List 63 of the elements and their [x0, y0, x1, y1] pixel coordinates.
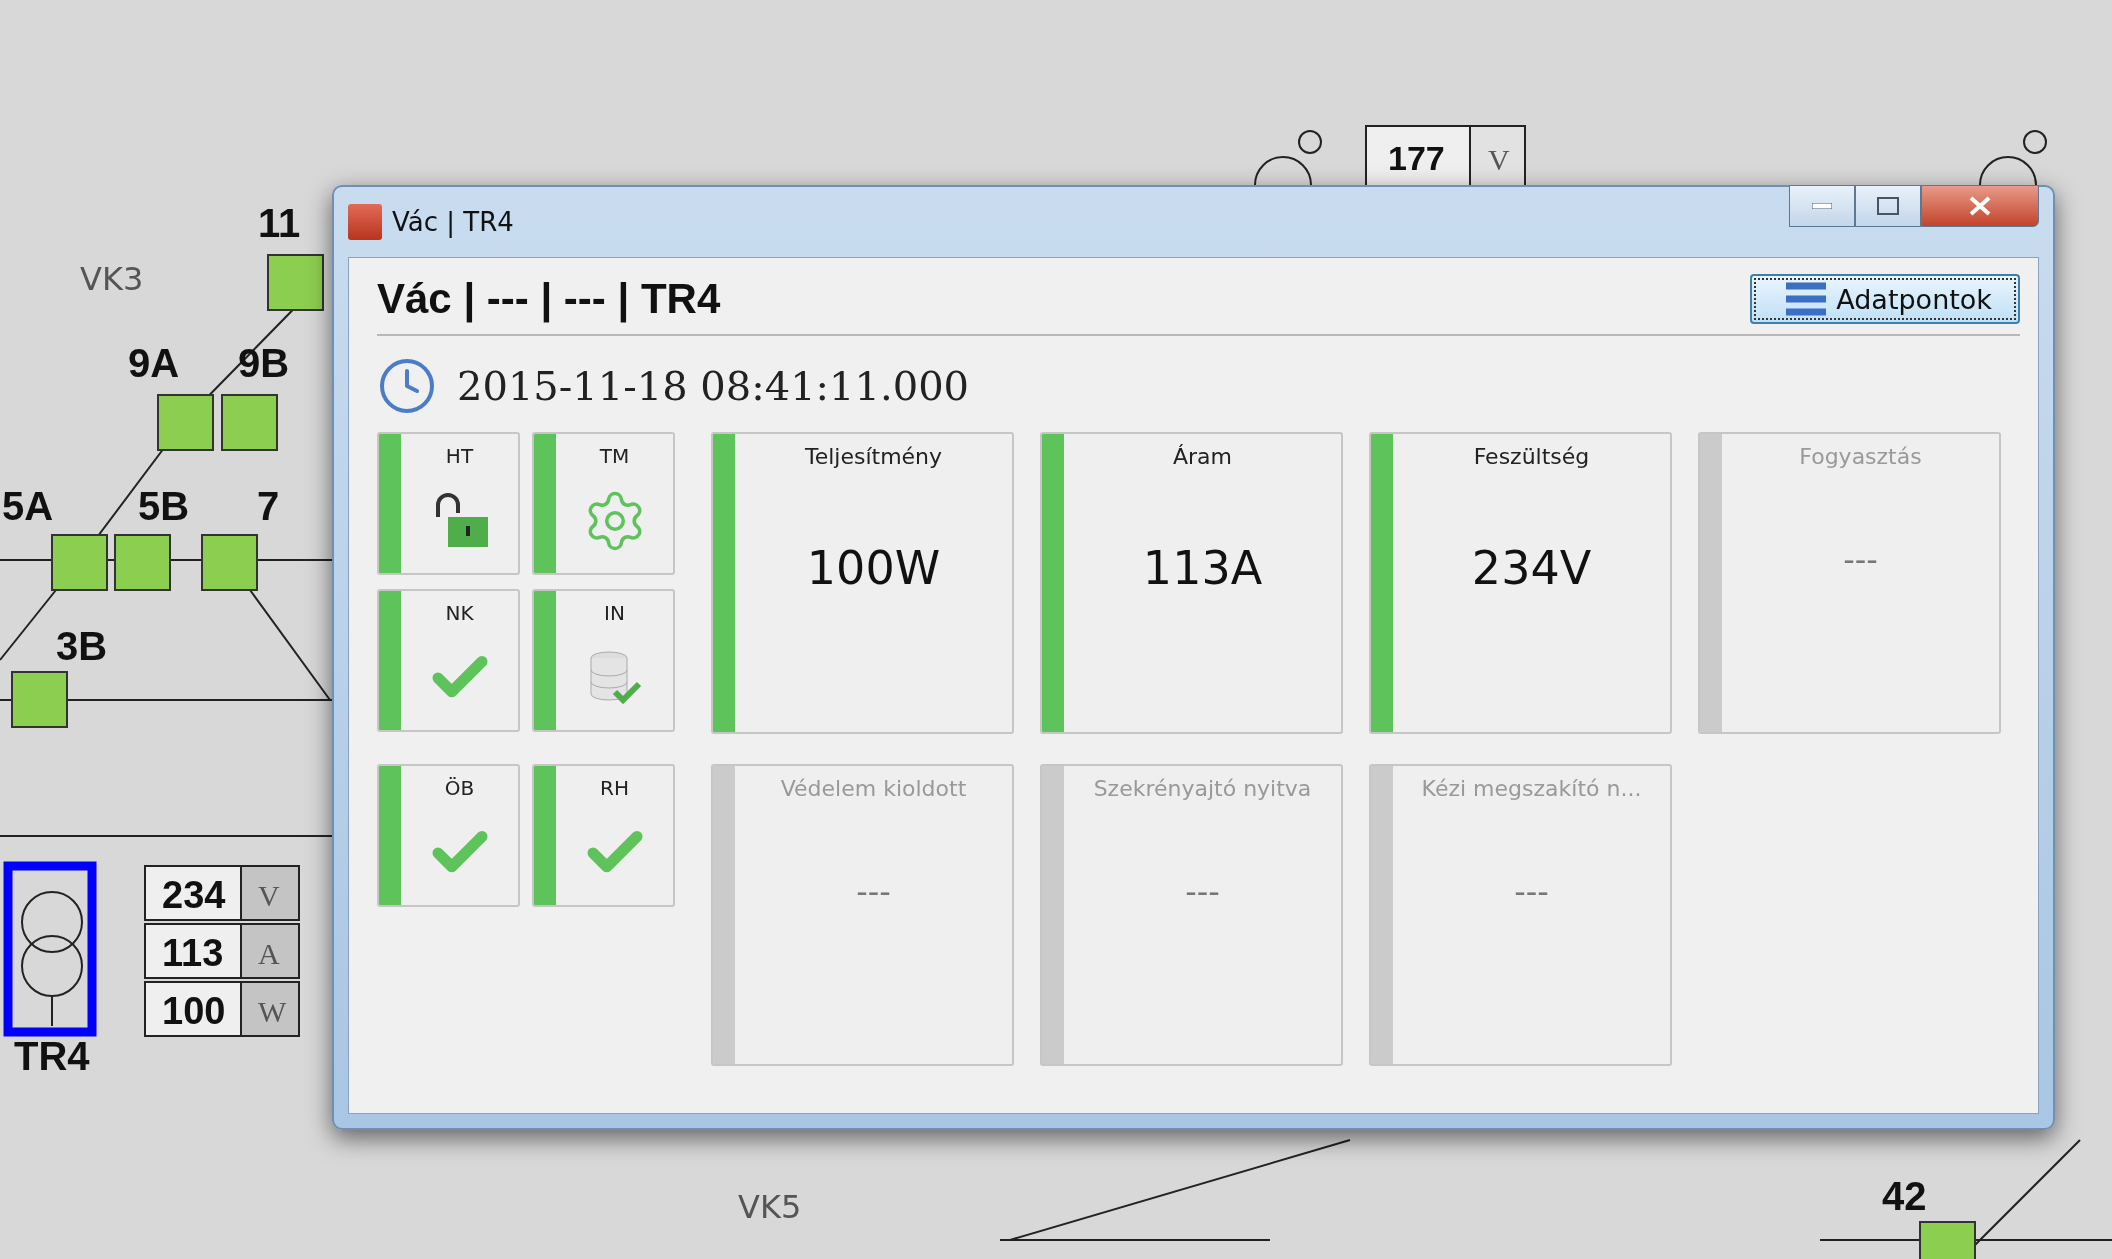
area-label: VK3 — [80, 260, 144, 298]
close-icon — [1968, 195, 1992, 217]
status-label: RH — [600, 776, 629, 800]
switch-square[interactable] — [51, 534, 108, 591]
status-label: TM — [599, 444, 630, 468]
data-points-button[interactable]: Adatpontok — [1750, 274, 2020, 324]
maximize-icon — [1877, 197, 1899, 215]
switch-label: 7 — [257, 484, 280, 528]
meter-unit: A — [258, 937, 280, 970]
switch-label: 9A — [128, 341, 180, 385]
meter-value: 113 — [162, 932, 224, 974]
meter-unit: W — [258, 995, 287, 1028]
measurement-value: 234V — [1471, 541, 1592, 595]
switch-square[interactable] — [157, 394, 214, 451]
switch-square[interactable] — [267, 254, 324, 311]
window-title: Vác | TR4 — [392, 207, 515, 237]
measurement-label: Feszültség — [1473, 444, 1590, 469]
switch-label: 9B — [238, 341, 290, 385]
measurement-label: Fogyasztás — [1799, 444, 1922, 469]
station-heading: Vác | --- | --- | TR4 — [377, 275, 721, 323]
switch-square[interactable] — [201, 534, 258, 591]
status-label: HT — [445, 444, 474, 468]
close-button[interactable] — [1921, 185, 2039, 227]
measurement-label: Kézi megszakító n... — [1421, 776, 1642, 801]
switch-square[interactable] — [11, 671, 68, 728]
meter-value: 234 — [162, 874, 226, 916]
meter-value: 177 — [1388, 139, 1445, 177]
switch-label: 5A — [2, 484, 54, 528]
timestamp: 2015-11-18 08:41:11.000 — [457, 363, 970, 409]
switch-square[interactable] — [221, 394, 278, 451]
switch-label: 11 — [258, 201, 301, 245]
measurement-value: --- — [856, 873, 891, 911]
measurement-label: Szekrényajtó nyitva — [1093, 776, 1312, 801]
status-label: NK — [445, 601, 474, 625]
measurement-value: --- — [1843, 541, 1878, 579]
measurement-value: 113A — [1142, 541, 1263, 595]
switch-label: 42 — [1882, 1174, 1927, 1218]
measurement-value: --- — [1514, 873, 1549, 911]
measurement-value: 100W — [806, 541, 941, 595]
status-label: IN — [604, 601, 625, 625]
meter-unit-field — [240, 981, 300, 1037]
switch-square[interactable] — [114, 534, 171, 591]
meter-unit: V — [1488, 143, 1510, 176]
transformer-symbol[interactable] — [3, 861, 97, 1037]
measurement-label: Védelem kioldott — [780, 776, 967, 801]
meter-unit-field — [1469, 125, 1526, 187]
measurement-label: Áram — [1173, 444, 1232, 469]
minimize-icon — [1812, 203, 1832, 209]
switch-label: 5B — [138, 484, 190, 528]
maximize-button[interactable] — [1855, 185, 1921, 227]
switch-label: 3B — [56, 624, 108, 668]
status-label: ÖB — [444, 776, 475, 800]
measurement-value: --- — [1185, 873, 1220, 911]
clock-icon — [377, 356, 437, 416]
measurement-label: Teljesítmény — [804, 444, 943, 469]
menu-icon — [1786, 282, 1827, 316]
meter-unit-field — [240, 865, 300, 921]
transformer-label: TR4 — [14, 1034, 90, 1078]
meter-unit-field — [240, 923, 300, 979]
meter-unit: V — [258, 879, 280, 912]
area-label: VK5 — [738, 1188, 802, 1226]
meter-value: 100 — [162, 990, 226, 1032]
minimize-button[interactable] — [1789, 185, 1855, 227]
